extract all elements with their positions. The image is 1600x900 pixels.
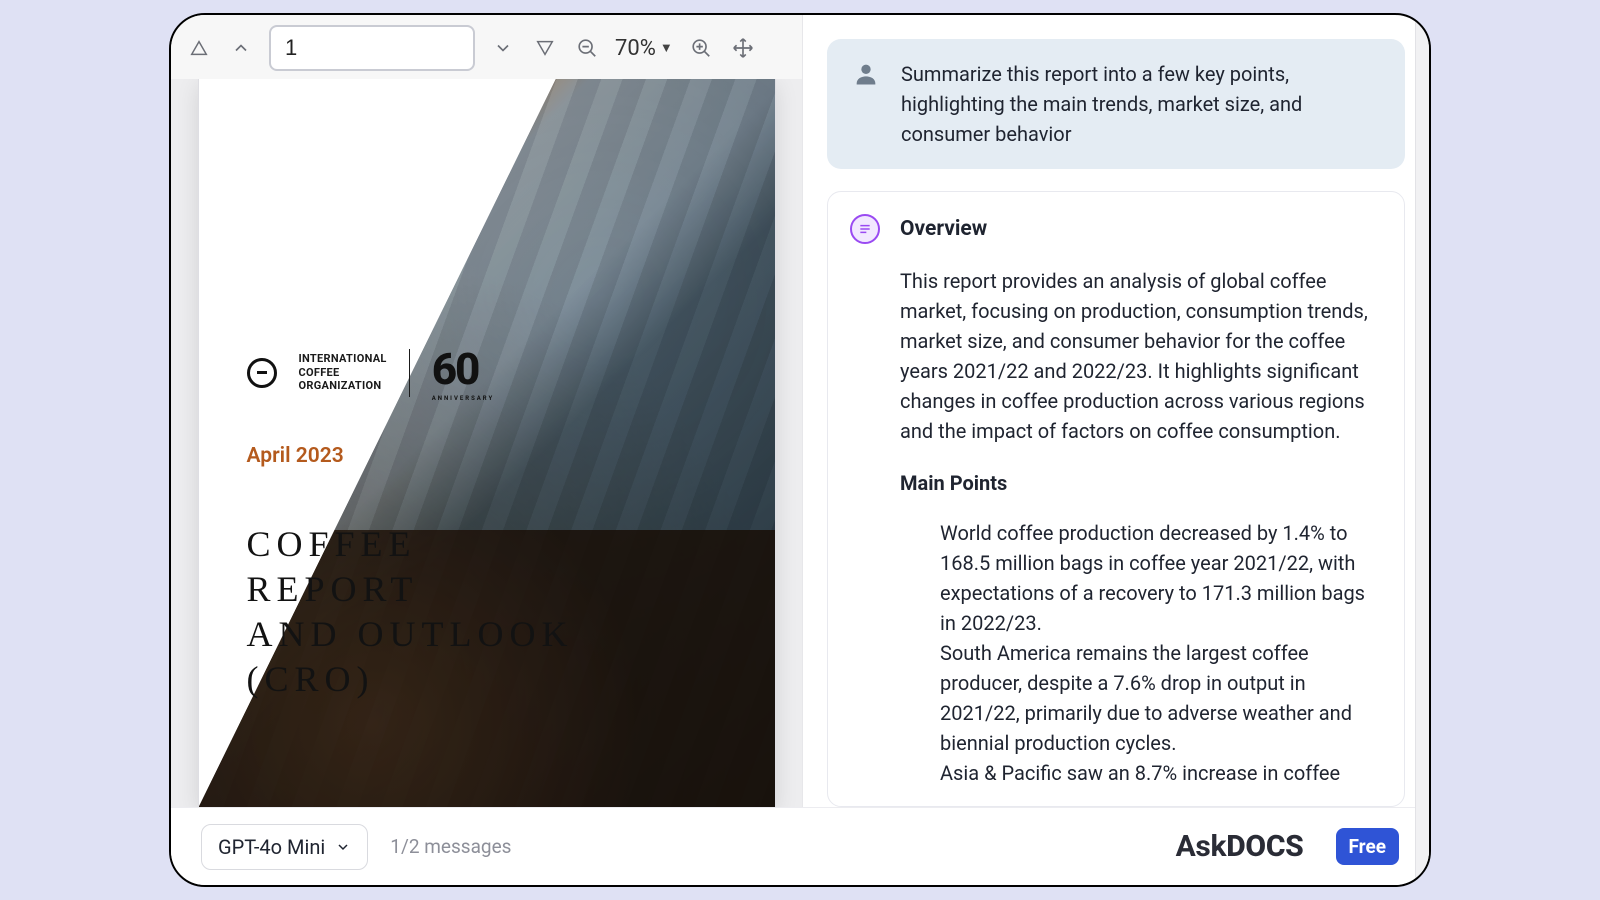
ai-overview-heading: Overview: [900, 214, 1376, 246]
cover-anniversary-number: 60: [432, 343, 479, 395]
zoom-out-icon[interactable]: [573, 34, 601, 62]
cover-title-line1: COFFEE REPORT: [247, 522, 587, 612]
document-toolbar: 70% ▼: [171, 15, 802, 79]
brand-logo: AskDOCS: [1176, 829, 1304, 864]
user-message-text: Summarize this report into a few key poi…: [901, 59, 1381, 149]
pan-move-icon[interactable]: [729, 34, 757, 62]
cover-org-line1: INTERNATIONAL: [299, 352, 387, 366]
chevron-down-icon: [335, 839, 351, 855]
ai-point: Asia & Pacific saw an 8.7% increase in c…: [900, 758, 1376, 785]
message-counter: 1/2 messages: [390, 835, 511, 858]
ai-mainpoints-heading: Main Points: [900, 468, 1376, 498]
ai-avatar-icon: [850, 214, 880, 244]
cover-org-line3: ORGANIZATION: [299, 379, 387, 393]
messages-used: 1: [390, 835, 401, 858]
prev-page-icon[interactable]: [227, 34, 255, 62]
document-viewport[interactable]: INTERNATIONAL COFFEE ORGANIZATION 60 ANN…: [171, 79, 802, 807]
cover-logo-row: INTERNATIONAL COFFEE ORGANIZATION 60 ANN…: [247, 343, 587, 402]
ai-point: World coffee production decreased by 1.4…: [900, 518, 1376, 638]
first-page-icon[interactable]: [185, 34, 213, 62]
footer-bar: GPT-4o Mini 1/2 messages AskDOCS Free: [171, 807, 1429, 885]
zoom-level-select[interactable]: 70% ▼: [615, 36, 673, 61]
zoom-in-icon[interactable]: [687, 34, 715, 62]
cover-title-line3: (CRO): [247, 657, 587, 702]
next-page-icon[interactable]: [489, 34, 517, 62]
app-window: 70% ▼: [169, 13, 1431, 887]
ai-point: South America remains the largest coffee…: [900, 638, 1376, 758]
plan-badge: Free: [1336, 828, 1400, 865]
messages-total: 2: [409, 835, 420, 858]
cover-date: April 2023: [247, 444, 587, 468]
ai-message-body: Overview This report provides an analysi…: [900, 214, 1376, 784]
user-avatar-icon: [851, 59, 881, 89]
messages-suffix: messages: [420, 835, 512, 858]
model-select-label: GPT-4o Mini: [218, 835, 325, 859]
user-message-bubble: Summarize this report into a few key poi…: [827, 39, 1405, 169]
model-select-dropdown[interactable]: GPT-4o Mini: [201, 824, 368, 870]
ai-message-bubble: Overview This report provides an analysi…: [827, 191, 1405, 807]
ico-logo-icon: [247, 358, 277, 388]
chat-pane: Summarize this report into a few key poi…: [803, 15, 1429, 807]
cover-logo-divider: [409, 349, 410, 397]
page-number-input[interactable]: [269, 25, 475, 71]
main-row: 70% ▼: [171, 15, 1429, 807]
cover-title: COFFEE REPORT AND OUTLOOK (CRO): [247, 522, 587, 702]
last-page-icon[interactable]: [531, 34, 559, 62]
cover-org-line2: COFFEE: [299, 366, 387, 380]
cover-title-line2: AND OUTLOOK: [247, 612, 587, 657]
brand-prefix: Ask: [1176, 829, 1227, 864]
document-page: INTERNATIONAL COFFEE ORGANIZATION 60 ANN…: [199, 79, 775, 807]
cover-anniversary-caption: ANNIVERSARY: [432, 395, 495, 402]
brand-bold: DOCS: [1226, 829, 1303, 864]
cover-content: INTERNATIONAL COFFEE ORGANIZATION 60 ANN…: [247, 343, 587, 702]
cover-anniversary-logo: 60 ANNIVERSARY: [432, 343, 495, 402]
chevron-down-icon: ▼: [660, 40, 673, 56]
document-pane: 70% ▼: [171, 15, 803, 807]
zoom-level-value: 70%: [615, 36, 656, 61]
cover-org-name: INTERNATIONAL COFFEE ORGANIZATION: [299, 352, 387, 393]
ai-overview-text: This report provides an analysis of glob…: [900, 266, 1376, 446]
